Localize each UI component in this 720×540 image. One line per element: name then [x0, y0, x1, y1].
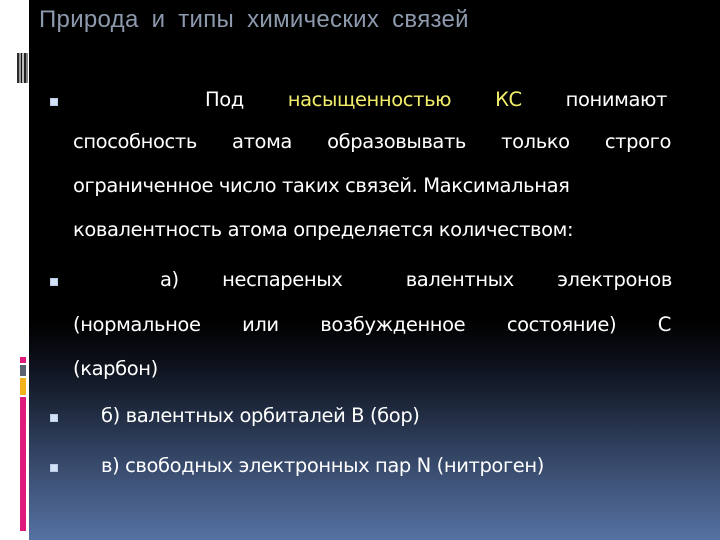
- word: возбужденное: [320, 313, 466, 336]
- word: Под: [205, 88, 244, 111]
- accent-bar-pink: [20, 397, 26, 531]
- word: атома: [232, 130, 292, 153]
- bullet-3-line-1: б) валентных орбиталей В (бор): [101, 404, 420, 427]
- word: состояние): [506, 313, 617, 336]
- word: неспареных: [222, 268, 343, 291]
- word: только: [501, 130, 570, 153]
- bullet-square-icon: [50, 464, 58, 472]
- word: способность: [73, 130, 197, 153]
- bullet-1-line-1: Под насыщенностью КС понимают: [205, 88, 667, 111]
- bullet-square-icon: [50, 278, 58, 286]
- bullet-1-line-4: ковалентность атома определяется количес…: [73, 218, 574, 241]
- accent-bar-yellow: [20, 378, 26, 395]
- word: электронов: [557, 268, 672, 291]
- bullet-2-line-2: (нормальное или возбужденное состояние) …: [73, 313, 671, 336]
- accent-bar-gray: [20, 365, 26, 376]
- word: образовывать: [327, 130, 467, 153]
- word: строго: [604, 130, 672, 153]
- word: или: [242, 313, 279, 336]
- bullet-1-line-2: способность атома образовывать только ст…: [73, 130, 671, 153]
- word: С: [657, 313, 672, 336]
- bullet-4-line-1: в) свободных электронных пар N (нитроген…: [101, 454, 544, 477]
- accent-bar-pink-small: [20, 357, 26, 363]
- highlighted-term: КС: [495, 88, 522, 111]
- word: а): [160, 268, 179, 291]
- word: (нормальное: [73, 313, 201, 336]
- bullet-2-line-3: (карбон): [73, 357, 158, 380]
- bullet-square-icon: [50, 414, 58, 422]
- slide-title: Природа и типы химических связей: [39, 6, 469, 33]
- word: валентных: [405, 268, 515, 291]
- bullet-1-line-3: ограниченное число таких связей. Максима…: [73, 174, 570, 197]
- bullet-2-line-1: а) неспареных валентных электронов: [160, 268, 672, 291]
- highlighted-term: насыщенностью: [287, 88, 452, 111]
- bullet-square-icon: [50, 98, 58, 106]
- word: понимают: [565, 88, 668, 111]
- decorative-stripe-bar: [17, 53, 28, 83]
